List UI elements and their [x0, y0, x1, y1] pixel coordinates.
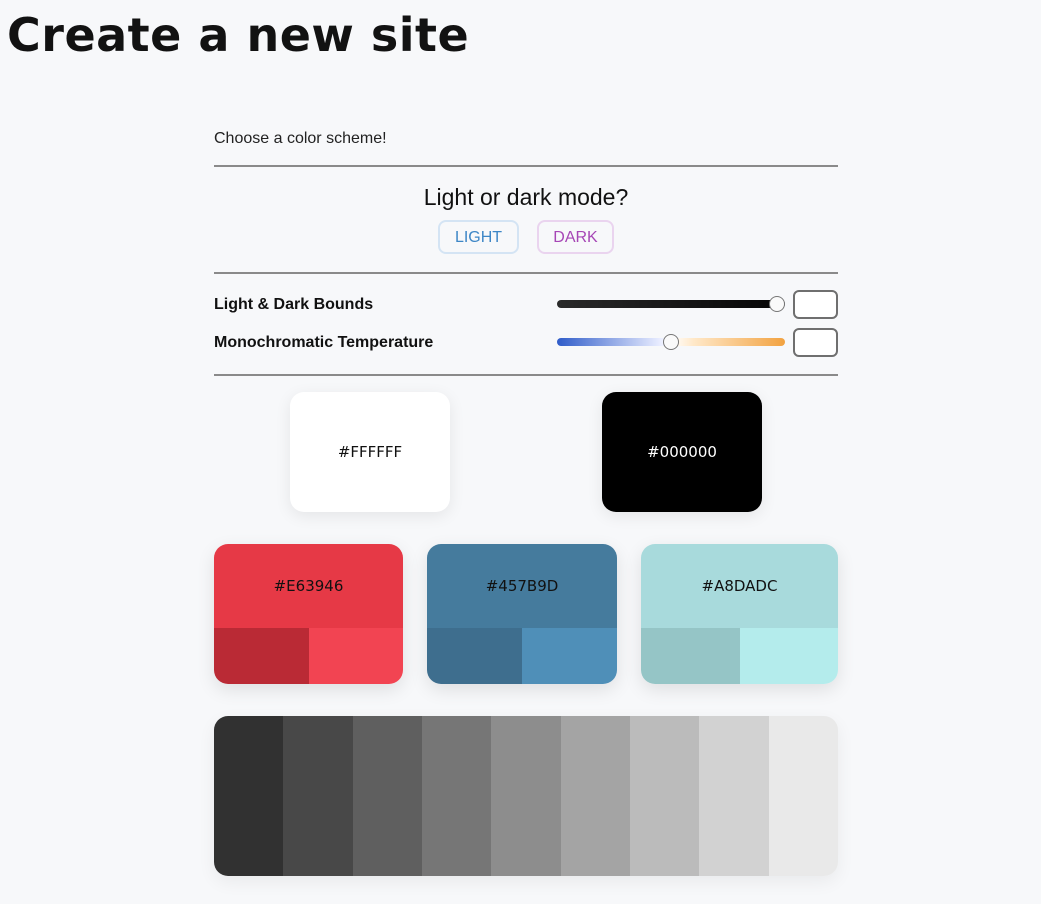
- monochrome-strip: [214, 716, 838, 876]
- temperature-value-input[interactable]: [793, 328, 838, 357]
- monochrome-shade-3: [352, 716, 422, 876]
- monochrome-shade-2: [283, 716, 353, 876]
- palette-card-1-shade-light: [308, 628, 403, 684]
- monochrome-shade-8: [699, 716, 769, 876]
- page-title: Create a new site: [7, 8, 470, 62]
- bounds-slider[interactable]: [557, 300, 785, 308]
- monochrome-shade-1: [214, 716, 284, 876]
- palette-card-2-hex: #457B9D: [485, 577, 559, 595]
- bounds-value-input[interactable]: [793, 290, 838, 319]
- temperature-slider-handle[interactable]: [663, 334, 679, 350]
- palette-card-1-main: #E63946: [214, 544, 403, 628]
- palette-card-3-shade-dark: [641, 628, 740, 684]
- divider-top: [214, 165, 838, 167]
- light-mode-button[interactable]: LIGHT: [438, 220, 519, 254]
- temperature-label: Monochromatic Temperature: [214, 334, 434, 351]
- dark-bound-hex: #000000: [647, 443, 717, 461]
- palette-card-2[interactable]: #457B9D: [427, 544, 617, 684]
- monochrome-shade-5: [491, 716, 561, 876]
- palette-card-3-shade-light: [739, 628, 838, 684]
- monochrome-shade-4: [421, 716, 492, 876]
- light-bound-hex: #FFFFFF: [337, 443, 403, 461]
- palette-card-2-shade-light: [522, 628, 617, 684]
- light-bound-swatch[interactable]: #FFFFFF: [290, 392, 450, 512]
- monochrome-shade-6: [560, 716, 630, 876]
- palette-card-1-hex: #E63946: [273, 577, 344, 595]
- divider-bottom: [214, 374, 838, 376]
- bounds-label: Light & Dark Bounds: [214, 296, 374, 313]
- divider-middle: [214, 272, 838, 274]
- palette-card-2-shade-dark: [427, 628, 522, 684]
- palette-card-1-shade-dark: [214, 628, 309, 684]
- palette-card-3-main: #A8DADC: [641, 544, 838, 628]
- bounds-slider-handle[interactable]: [769, 296, 785, 312]
- palette-card-3-hex: #A8DADC: [701, 577, 778, 595]
- palette-card-1[interactable]: #E63946: [214, 544, 403, 684]
- palette-card-2-main: #457B9D: [427, 544, 617, 628]
- dark-bound-swatch[interactable]: #000000: [602, 392, 762, 512]
- intro-text: Choose a color scheme!: [214, 130, 387, 147]
- monochrome-shade-9: [768, 716, 838, 876]
- palette-card-3[interactable]: #A8DADC: [641, 544, 838, 684]
- dark-mode-button[interactable]: DARK: [537, 220, 614, 254]
- mode-question: Light or dark mode?: [423, 184, 629, 210]
- monochrome-shade-7: [629, 716, 700, 876]
